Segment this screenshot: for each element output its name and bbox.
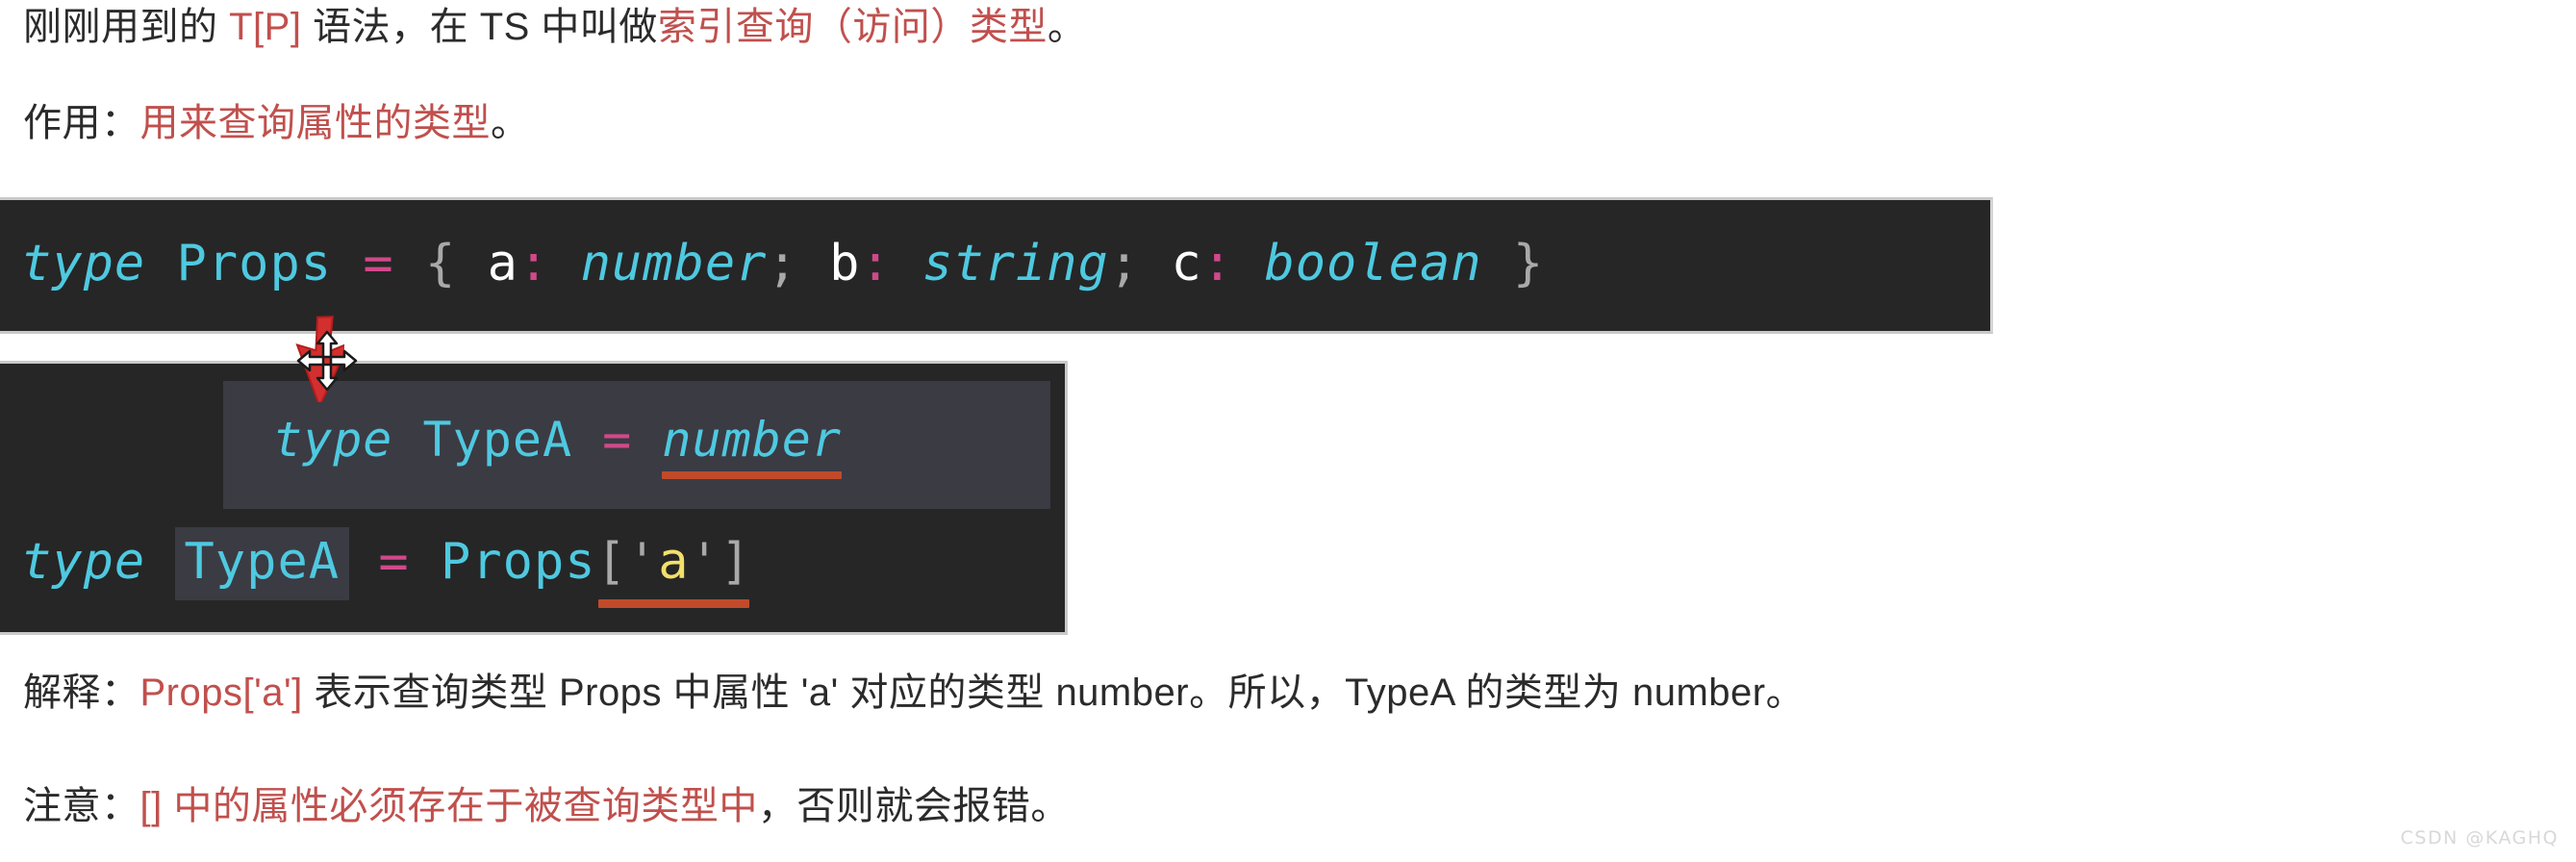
token-brace-open: {: [425, 235, 457, 292]
token-semicolon-1: ;: [767, 235, 798, 292]
paragraph-note: 注意：[] 中的属性必须存在于被查询类型中，否则就会报错。: [23, 787, 1070, 825]
token-type-name-props: Props: [176, 235, 333, 292]
token-primitive-number: number: [580, 235, 768, 292]
token-keyword-type: type: [21, 235, 146, 292]
token-colon-b: :: [860, 235, 892, 292]
token-equals-operator: =: [363, 235, 394, 292]
token-primitive-string: string: [922, 235, 1109, 292]
intro-tail-text: 。: [1047, 6, 1087, 48]
explain-lead-label: 解释：: [23, 672, 140, 714]
note-highlight-text: [] 中的属性必须存在于被查询类型中: [139, 785, 758, 827]
tooltip-token-space: [632, 412, 662, 468]
tooltip-token-space: [572, 412, 602, 468]
intro-mid-text: 语法，在 TS 中叫做: [301, 6, 658, 48]
token-property-a: a: [487, 235, 518, 292]
type-hover-tooltip: type TypeA = number: [223, 381, 1050, 509]
token-property-c: c: [1171, 235, 1202, 292]
token-string-key-a: a: [658, 533, 690, 591]
usage-tail-text: 。: [491, 102, 530, 144]
token-colon-c: :: [1201, 235, 1234, 292]
paragraph-explanation: 解释：Props['a'] 表示查询类型 Props 中属性 'a' 对应的类型…: [23, 673, 1805, 712]
usage-lead-label: 作用：: [23, 102, 140, 144]
tooltip-code-line: type TypeA = number: [273, 416, 842, 479]
code-line-props: type Props = { a: number; b: string; c: …: [21, 239, 1544, 289]
note-lead-label: 注意：: [23, 785, 140, 827]
tooltip-token-keyword-type: type: [273, 412, 393, 468]
token-keyword-type: type: [21, 533, 146, 591]
code-block-typea-declaration: type TypeA = number type TypeA = Props['…: [0, 361, 1068, 635]
token-bracket-open: [: [595, 533, 627, 591]
code-block-props-declaration: type Props = { a: number; b: string; c: …: [0, 197, 1993, 334]
code-line-typea: type TypeA = Props['a']: [21, 527, 752, 608]
indexed-access-underline: ['a']: [596, 537, 752, 608]
tooltip-token-resolved-type: number: [662, 412, 842, 468]
token-equals-operator: =: [378, 533, 410, 591]
token-primitive-boolean: boolean: [1264, 235, 1482, 292]
token-colon-a: :: [518, 235, 550, 292]
explain-highlight-code: Props['a']: [139, 672, 303, 714]
token-quote-close: ': [689, 533, 720, 591]
token-brace-close: }: [1512, 235, 1545, 292]
token-source-type-props: Props: [441, 533, 596, 591]
paragraph-intro: 刚刚用到的 T[P] 语法，在 TS 中叫做索引查询（访问）类型。: [23, 8, 1086, 46]
note-tail-text: ，否则就会报错。: [757, 785, 1070, 827]
tooltip-token-equals: =: [602, 412, 633, 468]
explain-tail-text: 表示查询类型 Props 中属性 'a' 对应的类型 number。所以，Typ…: [302, 672, 1806, 714]
paragraph-usage: 作用：用来查询属性的类型。: [23, 104, 530, 142]
tooltip-token-type-name: TypeA: [422, 412, 573, 468]
usage-highlight-text: 用来查询属性的类型: [139, 102, 491, 144]
intro-highlight-term: 索引查询（访问）类型: [657, 6, 1048, 48]
intro-inline-code: T[P]: [229, 6, 302, 48]
csdn-watermark: CSDN @KAGHQ: [2400, 827, 2559, 849]
token-semicolon-2: ;: [1108, 235, 1141, 292]
intro-lead-text: 刚刚用到的: [23, 6, 230, 48]
token-bracket-close: ]: [720, 533, 752, 591]
token-type-name-typea-selected[interactable]: TypeA: [174, 527, 350, 600]
token-quote-open: ': [626, 533, 659, 591]
tooltip-resolved-type-underline: number: [662, 416, 842, 479]
tooltip-token-space: [392, 412, 422, 468]
token-property-b: b: [829, 235, 861, 292]
